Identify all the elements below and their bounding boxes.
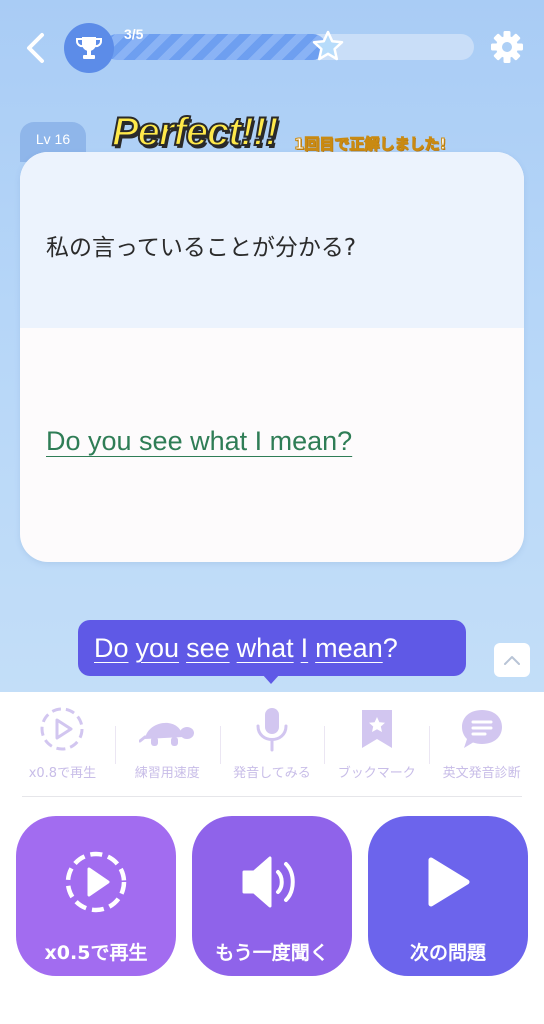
english-answer[interactable]: Do you see what I mean?	[46, 426, 352, 457]
microphone-icon	[256, 708, 288, 752]
bookmark-icon	[361, 710, 392, 748]
trophy-badge	[64, 23, 114, 73]
word-bubble: Do you see what I mean?	[78, 620, 466, 676]
tool-practice-speed[interactable]: 練習用速度	[114, 704, 220, 788]
tool-label: 練習用速度	[134, 766, 200, 781]
trophy-icon	[76, 37, 102, 59]
settings-button[interactable]	[490, 30, 524, 64]
progress-count: 3/5	[124, 26, 144, 42]
speaker-icon	[242, 856, 295, 908]
perfect-subtitle: 1回目で正解しました!	[293, 135, 447, 154]
tool-bookmark[interactable]: ブックマーク	[324, 704, 429, 788]
tool-label: x0.8で再生	[28, 766, 97, 781]
bubble-word[interactable]: mean	[315, 633, 383, 664]
progress-marker	[312, 30, 344, 66]
back-button[interactable]	[20, 30, 52, 66]
replay-slow-icon	[65, 851, 127, 913]
tool-replay-slow[interactable]: x0.8で再生	[10, 704, 115, 788]
sentence-card: 私の言っていることが分かる? Do you see what I mean?	[20, 152, 524, 562]
next-question-button[interactable]: 次の問題	[368, 816, 528, 976]
progress-bar	[104, 34, 474, 60]
bubble-word[interactable]: you	[136, 633, 180, 664]
tool-label: 英文発音診断	[442, 766, 521, 781]
diagnosis-icon	[461, 710, 502, 748]
chevron-up-icon	[504, 656, 520, 665]
turtle-icon	[139, 722, 195, 746]
tool-pronounce[interactable]: 発音してみる	[219, 704, 325, 788]
replay-slow-icon	[40, 707, 84, 751]
bubble-word[interactable]: see	[186, 633, 230, 664]
chevron-left-icon	[27, 33, 44, 63]
play-icon	[428, 857, 470, 907]
play-slow-label: x0.5で再生	[44, 942, 148, 964]
card-question-area: 私の言っていることが分かる?	[20, 152, 524, 328]
gear-icon	[491, 31, 523, 63]
bubble-tail	[262, 674, 280, 684]
play-slow-button[interactable]: x0.5で再生	[16, 816, 176, 976]
replay-label: もう一度聞く	[215, 942, 329, 964]
replay-button[interactable]: もう一度聞く	[192, 816, 352, 976]
bubble-word[interactable]: Do	[94, 633, 129, 664]
star-icon	[312, 30, 344, 61]
next-question-label: 次の問題	[409, 942, 486, 964]
divider	[22, 796, 522, 797]
japanese-sentence: 私の言っていることが分かる?	[46, 235, 357, 261]
bubble-word[interactable]: what	[237, 633, 294, 664]
tool-label: ブックマーク	[337, 766, 416, 781]
bubble-punct: ?	[382, 632, 398, 663]
bubble-word[interactable]: I	[301, 633, 309, 664]
tool-diagnosis[interactable]: 英文発音診断	[429, 704, 534, 788]
collapse-button[interactable]	[494, 643, 530, 677]
tool-bar: x0.8で再生 練習用速度 発音してみる ブックマーク 英文発音診断	[10, 704, 534, 788]
tool-label: 発音してみる	[233, 766, 311, 781]
perfect-banner: Perfect!!!	[111, 109, 280, 155]
